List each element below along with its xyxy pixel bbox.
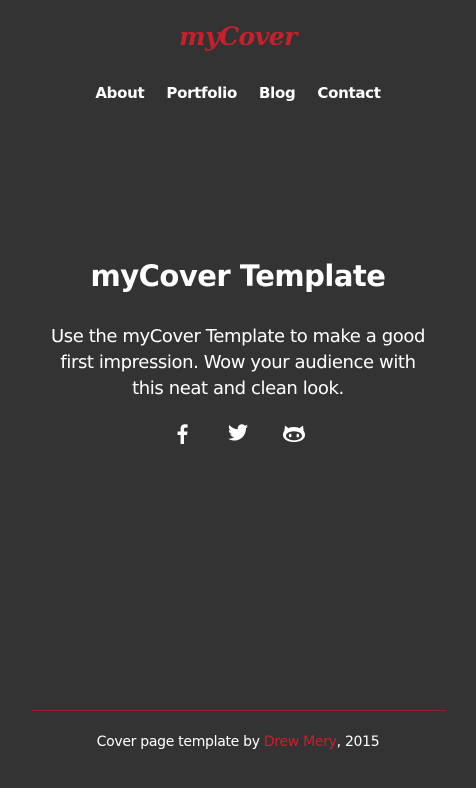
nav-item-blog[interactable]: Blog [259,84,296,102]
twitter-link[interactable] [210,424,266,448]
github-link[interactable] [266,424,322,448]
main-nav: About Portfolio Blog Contact [0,84,476,102]
nav-item-about[interactable]: About [95,84,144,102]
hero-lead: Use the myCover Template to make a good … [50,326,426,399]
footer: Cover page template by Drew Mery, 2015 [0,734,476,750]
footer-text-prefix: Cover page template by [96,734,264,750]
nav-item-portfolio[interactable]: Portfolio [166,84,237,102]
facebook-icon [177,424,188,444]
nav-item-contact[interactable]: Contact [317,84,381,102]
brand-logo[interactable]: myCover [0,22,476,51]
github-icon [283,425,305,442]
social-links [0,424,476,448]
hero-title: myCover Template [90,259,386,293]
facebook-link[interactable] [154,424,210,448]
footer-author-link[interactable]: Drew Mery [264,734,337,750]
twitter-icon [228,424,248,441]
footer-text-suffix: , 2015 [336,734,380,750]
footer-divider [32,710,446,711]
page: myCover About Portfolio Blog Contact myC… [0,0,476,788]
